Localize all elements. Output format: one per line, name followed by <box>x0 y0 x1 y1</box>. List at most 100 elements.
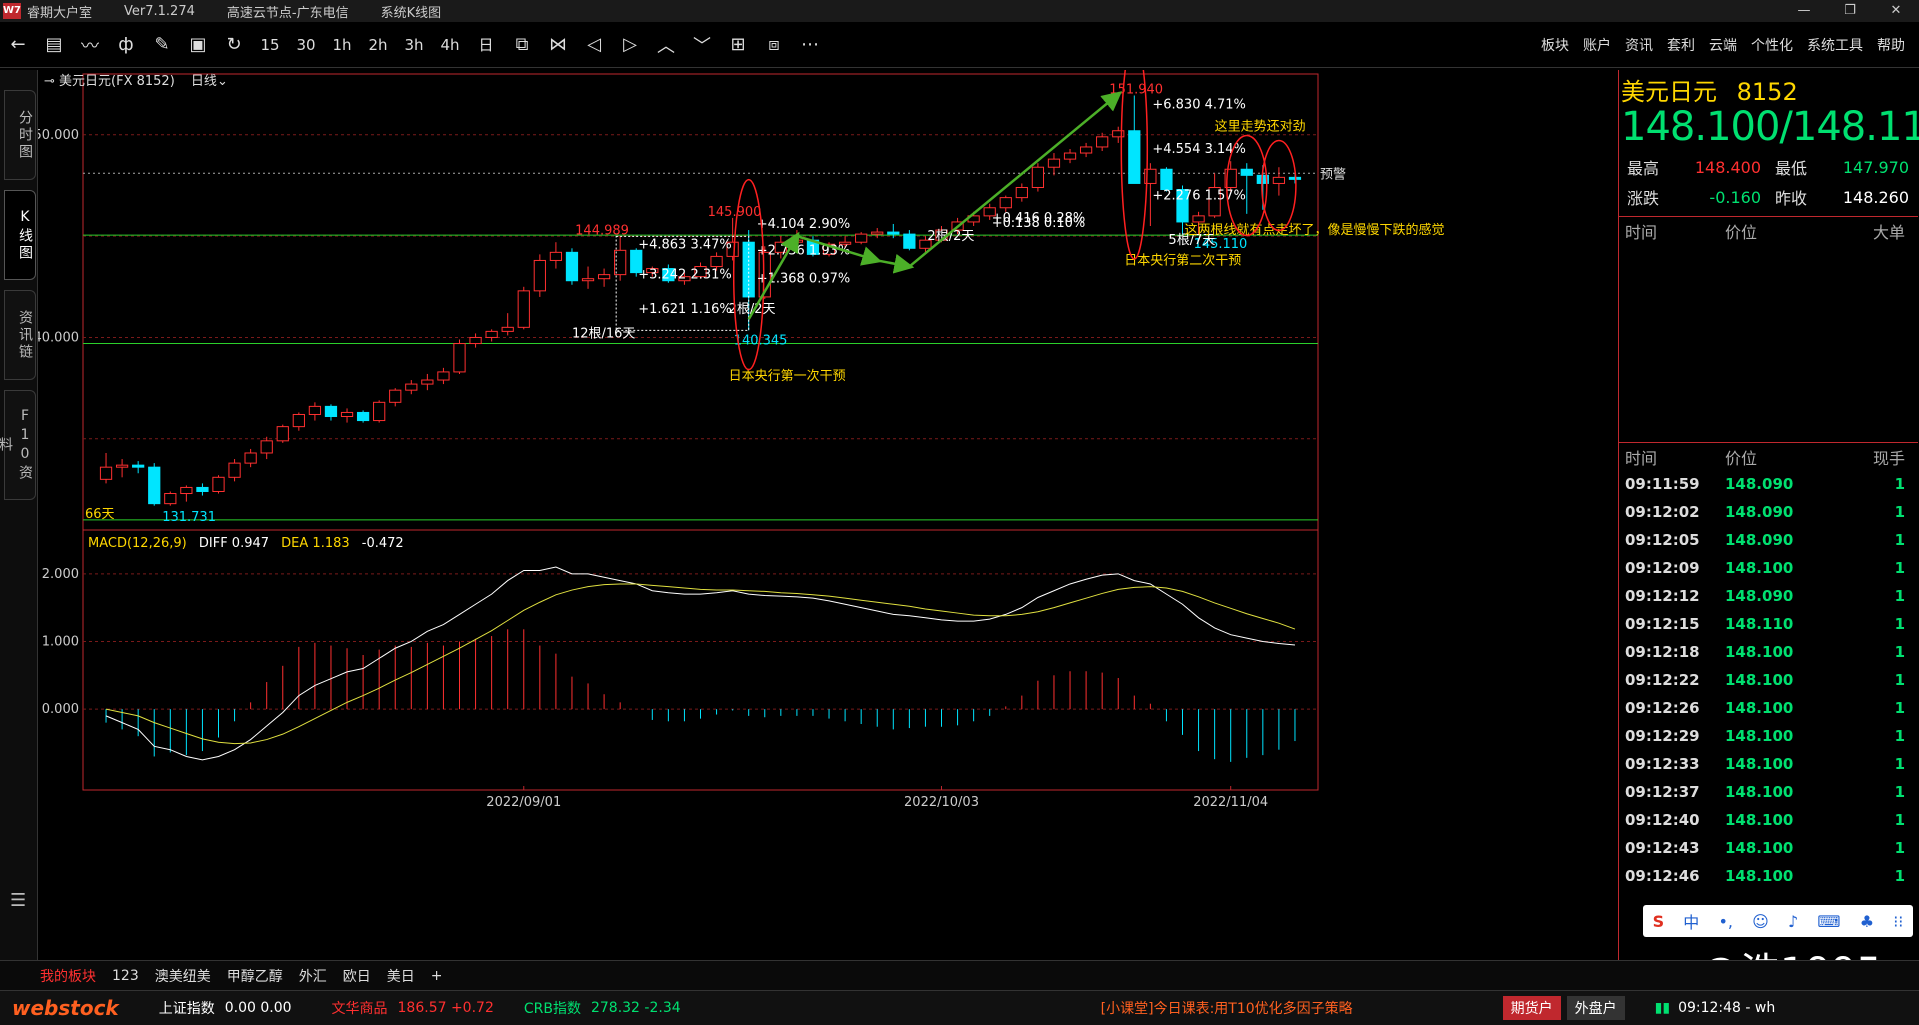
menu-personalize[interactable]: 个性化 <box>1751 35 1793 55</box>
menu-news[interactable]: 资讯 <box>1625 35 1653 55</box>
trade-time: 09:12:12 <box>1625 587 1700 605</box>
candle-body <box>1031 166 1045 188</box>
trade-row: 09:12:22 148.100 1 <box>1619 666 1918 694</box>
count-label: 12根/16天 <box>572 326 635 341</box>
grid-icon[interactable]: ⁝⁝ <box>1893 912 1903 931</box>
window-icon[interactable]: ⧈ <box>756 29 792 61</box>
list-icon[interactable]: ☰ <box>10 890 26 911</box>
up-icon[interactable]: ︿ <box>648 29 684 61</box>
low-value: 147.970 <box>1842 157 1909 177</box>
save-icon[interactable]: ▣ <box>180 29 216 61</box>
scroll-left-icon[interactable]: ◁ <box>576 29 612 61</box>
low-label: 最低 <box>1775 159 1808 178</box>
candle-body <box>501 326 514 332</box>
price-tick-label: 140.000 <box>38 330 79 345</box>
table-icon[interactable]: ▤ <box>36 29 72 61</box>
tab-timeshare[interactable]: 分时图 <box>4 90 36 180</box>
restore-icon[interactable]: ❐ <box>1827 0 1873 22</box>
index1-name[interactable]: 上证指数 <box>159 998 215 1018</box>
candle-body <box>565 251 579 282</box>
close-icon[interactable]: ✕ <box>1873 0 1919 22</box>
period-select[interactable]: 日线 <box>191 74 217 89</box>
back-icon[interactable]: ← <box>0 29 36 61</box>
ime-toolbar[interactable]: S 中 •, ☺ ♪ ⌨ ♣ ⁝⁝ <box>1643 905 1913 937</box>
more-icon[interactable]: ⋯ <box>792 29 828 61</box>
brand-logo: webstock <box>12 996 119 1020</box>
news-ticker[interactable]: [小课堂]今日课表:用T10优化多因子策略 <box>1101 998 1353 1018</box>
trade-row: 09:12:40 148.100 1 <box>1619 806 1918 834</box>
period-1h[interactable]: 1h <box>324 29 360 61</box>
macd-header: MACD(12,26,9) DIFF 0.947 DEA 1.183 -0.47… <box>88 536 404 551</box>
tab-kline[interactable]: K线图 <box>4 190 36 280</box>
mic-icon[interactable]: ♪ <box>1788 912 1798 931</box>
emoji-icon[interactable]: ☺ <box>1752 912 1769 931</box>
candle-body <box>1079 146 1093 154</box>
ime-cn-icon[interactable]: 中 <box>1683 909 1699 933</box>
tab-usdjpy[interactable]: 美日 <box>387 966 415 986</box>
tab-123[interactable]: 123 <box>112 968 139 984</box>
period-day[interactable]: 日 <box>468 29 504 61</box>
foreign-account-button[interactable]: 外盘户 <box>1566 996 1625 1020</box>
period-15[interactable]: 15 <box>252 29 288 61</box>
menu-cloud[interactable]: 云端 <box>1709 35 1737 55</box>
sogou-icon[interactable]: S <box>1653 912 1665 931</box>
tab-newschain[interactable]: 资讯链 <box>4 290 36 380</box>
tab-f10[interactable]: F10资料 <box>0 390 36 500</box>
add-tab-button[interactable]: + <box>431 968 443 984</box>
index3-value: 278.32 -2.34 <box>590 1000 681 1016</box>
period-30[interactable]: 30 <box>288 29 324 61</box>
draw-icon[interactable]: ✎ <box>144 29 180 61</box>
menu-account[interactable]: 账户 <box>1583 35 1611 55</box>
tab-eurjpy[interactable]: 欧日 <box>343 966 371 986</box>
keyboard-icon[interactable]: ⌨ <box>1817 912 1840 931</box>
trades-list[interactable]: 09:11:59 148.090 1 09:12:02 148.090 1 09:12:05… <box>1619 470 1918 890</box>
date-label: 2022/10/03 <box>904 795 979 810</box>
line-chart-icon[interactable]: 〰 <box>72 29 108 61</box>
divider <box>1619 442 1918 443</box>
quote-price: 148.100/148.110 <box>1621 104 1919 150</box>
tab-methanol[interactable]: 甲醇乙醇 <box>227 966 283 986</box>
tab-forex[interactable]: 外汇 <box>299 966 327 986</box>
zoom-in-icon[interactable]: ⧉ <box>504 29 540 61</box>
period-2h[interactable]: 2h <box>360 29 396 61</box>
minimize-icon[interactable]: — <box>1781 0 1827 22</box>
kline-chart[interactable]: 150.000 140.000 预警 2022/09/01 2022/10/03 202… <box>25 38 1618 960</box>
tab-aud-nzd[interactable]: 澳美纽美 <box>155 966 211 986</box>
skin-icon[interactable]: ♣ <box>1860 912 1874 931</box>
trade-time: 09:12:22 <box>1625 671 1700 689</box>
candle-body <box>1047 158 1061 168</box>
trade-volume: 1 <box>1894 867 1905 885</box>
macd-label[interactable]: MACD(12,26,9) <box>88 536 187 551</box>
chart-menu-icon[interactable]: ⊸ <box>44 74 59 89</box>
menu-tools[interactable]: 系统工具 <box>1807 35 1863 55</box>
trade-row: 09:12:05 148.090 1 <box>1619 526 1918 554</box>
menu-arbitrage[interactable]: 套利 <box>1667 35 1695 55</box>
tab-myboard[interactable]: 我的板块 <box>40 966 96 986</box>
period-4h[interactable]: 4h <box>432 29 468 61</box>
layout-icon[interactable]: ⊞ <box>720 29 756 61</box>
index2-name[interactable]: 文华商品 <box>332 998 388 1018</box>
clock: 09:12:48 - wh <box>1678 1000 1776 1016</box>
zoom-out-icon[interactable]: ⋈ <box>540 29 576 61</box>
period-3h[interactable]: 3h <box>396 29 432 61</box>
futures-account-button[interactable]: 期货户 <box>1502 996 1561 1020</box>
trade-row: 09:12:15 148.110 1 <box>1619 610 1918 638</box>
down-icon[interactable]: ﹀ <box>684 29 720 61</box>
index3-name[interactable]: CRB指数 <box>524 998 581 1018</box>
chevron-down-icon[interactable]: ⌄ <box>217 74 228 89</box>
menu-sector[interactable]: 板块 <box>1541 35 1569 55</box>
candle-icon[interactable]: ф <box>108 29 144 61</box>
trade-time: 09:11:59 <box>1625 475 1700 493</box>
measure-label: +2.276 1.57% <box>1152 189 1246 204</box>
col-time: 时间 <box>1625 223 1658 242</box>
trade-price: 148.100 <box>1725 839 1794 857</box>
scroll-right-icon[interactable]: ▷ <box>612 29 648 61</box>
index1-value: 0.00 0.00 <box>224 1000 292 1016</box>
candle-body <box>581 278 595 282</box>
macd-tick-label: 2.000 <box>42 567 79 582</box>
refresh-icon[interactable]: ↻ <box>216 29 252 61</box>
chart-area[interactable]: 150.000 140.000 预警 2022/09/01 2022/10/03 202… <box>25 38 1618 960</box>
ime-punct-icon[interactable]: •, <box>1718 912 1733 931</box>
status-bar: webstock 上证指数 0.00 0.00 文华商品 186.57 +0.7… <box>0 990 1919 1025</box>
menu-help[interactable]: 帮助 <box>1877 35 1905 55</box>
